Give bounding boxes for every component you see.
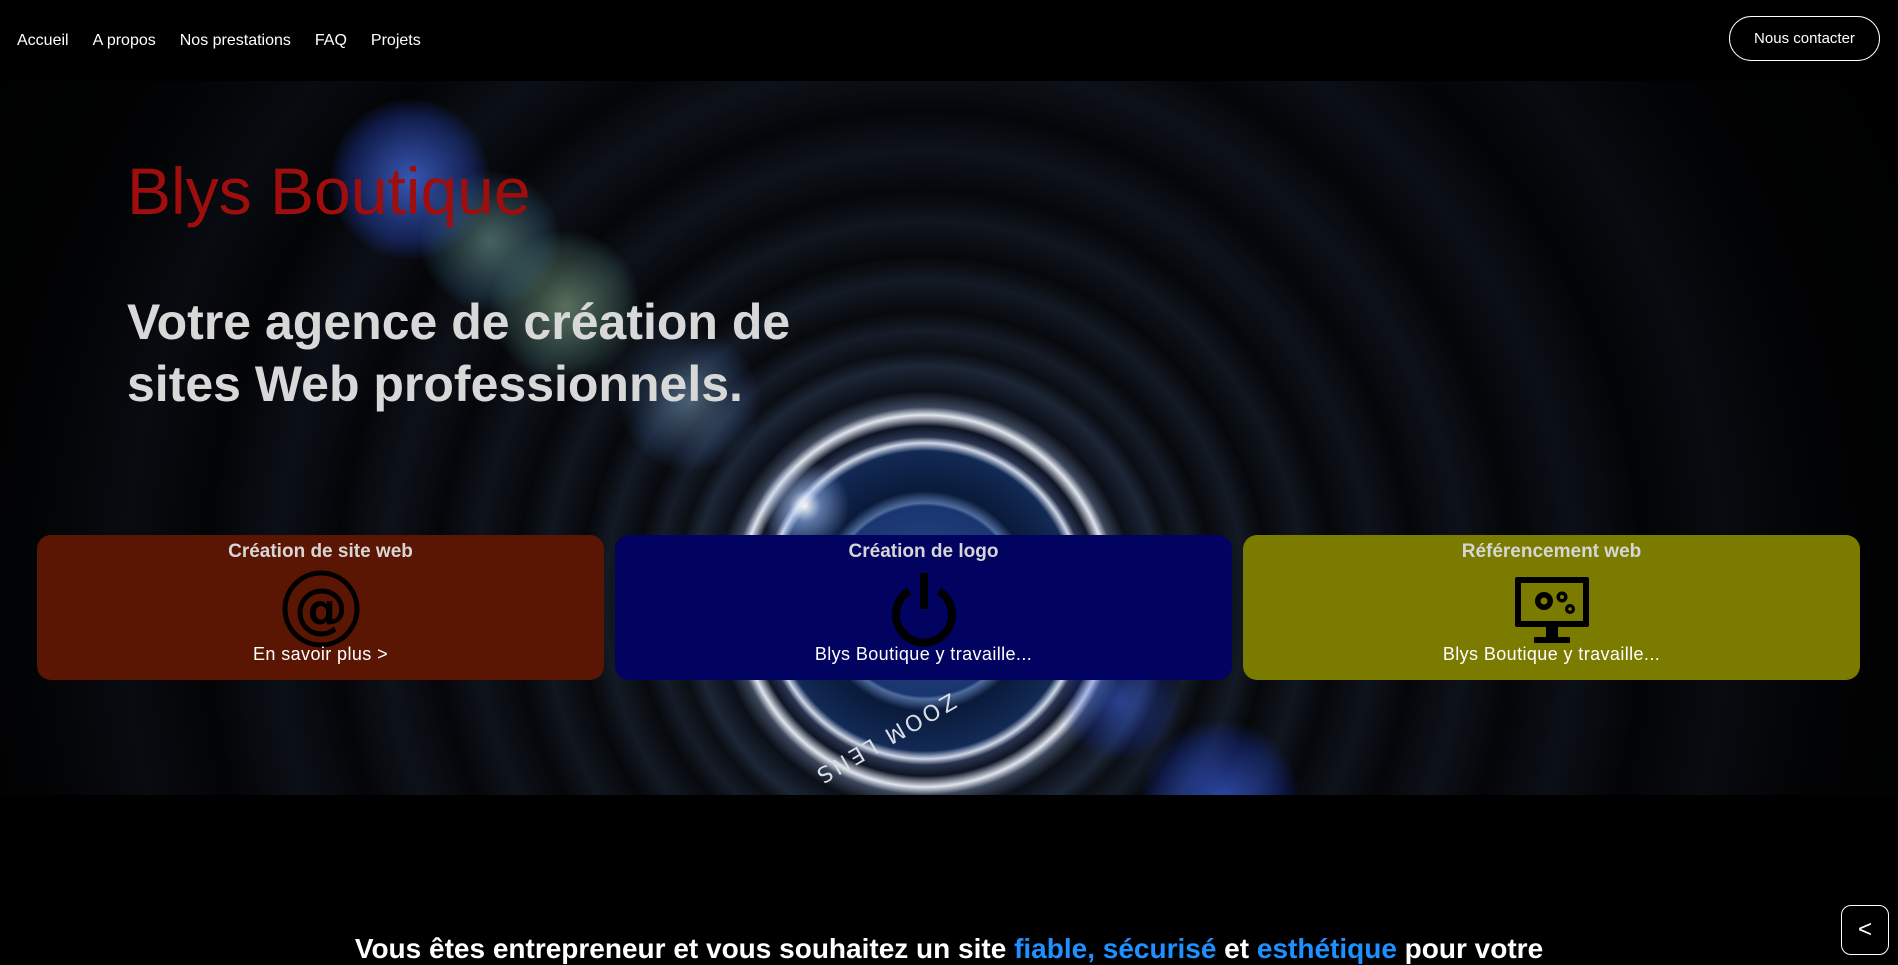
hero-subtitle: Votre agence de création de sites Web pr…	[127, 294, 791, 412]
nav-link-projets[interactable]: Projets	[371, 32, 421, 50]
intro-text-part: pour votre	[1396, 933, 1544, 964]
at-sign-icon: @	[282, 570, 359, 648]
nav-link-nos-prestations[interactable]: Nos prestations	[180, 32, 291, 50]
intro-text-part: Vous êtes entrepreneur et vous souhaitez…	[354, 933, 1015, 964]
intro-separator: ,	[1087, 933, 1103, 964]
card-link[interactable]: Blys Boutique y travaille...	[1243, 644, 1860, 665]
card-title: Référencement web	[1461, 541, 1642, 562]
highlight-word: esthétique	[1256, 933, 1397, 964]
nav-link-a-propos[interactable]: A propos	[93, 32, 156, 50]
hero-banner: ZOOM LENS Blys Boutique Votre agence de …	[0, 81, 1898, 795]
service-card-logo[interactable]: Création de logo Blys Boutique y travail…	[615, 535, 1232, 680]
intro-heading: Vous êtes entrepreneur et vous souhaitez…	[0, 933, 1898, 965]
nav-links: Accueil A propos Nos prestations FAQ Pro…	[17, 32, 445, 50]
highlight-word: sécurisé	[1102, 933, 1217, 964]
top-navbar: Accueil A propos Nos prestations FAQ Pro…	[0, 0, 1898, 81]
card-title: Création de site web	[228, 541, 413, 562]
power-icon	[891, 573, 956, 647]
card-title: Création de logo	[848, 541, 999, 562]
hero-title: Blys Boutique	[127, 154, 531, 228]
nav-link-accueil[interactable]: Accueil	[17, 32, 69, 50]
card-link[interactable]: En savoir plus >	[37, 644, 604, 665]
back-button[interactable]: <	[1841, 905, 1889, 955]
service-card-website[interactable]: Création de site web @ En savoir plus >	[37, 535, 604, 680]
highlight-word: fiable	[1014, 933, 1088, 964]
svg-text:@: @	[294, 577, 348, 640]
monitor-gears-icon	[1514, 577, 1589, 643]
nav-link-faq[interactable]: FAQ	[315, 32, 347, 50]
intro-separator: et	[1216, 933, 1257, 964]
contact-button[interactable]: Nous contacter	[1729, 16, 1880, 61]
service-card-seo[interactable]: Référencement web Blys Boutique y travai…	[1243, 535, 1860, 680]
lens-engraving: ZOOM LENS	[809, 687, 960, 789]
card-link[interactable]: Blys Boutique y travaille...	[615, 644, 1232, 665]
lens-flare	[1140, 721, 1300, 795]
